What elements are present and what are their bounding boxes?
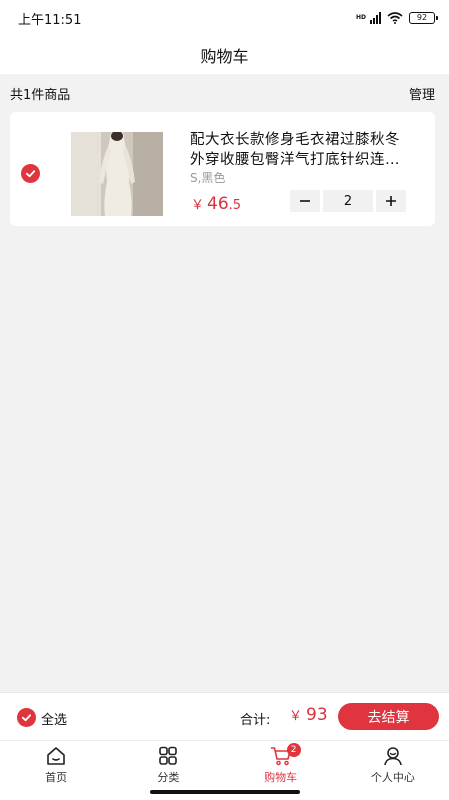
product-price: ￥ 46 .5 — [191, 194, 241, 214]
price-currency: ￥ — [191, 198, 205, 213]
cart-badge: 2 — [286, 743, 301, 757]
page-title: 购物车 — [200, 47, 249, 66]
decrease-quantity-button[interactable] — [290, 190, 320, 212]
price-decimal: .5 — [228, 198, 242, 213]
price-integer: 46 — [207, 194, 229, 214]
tab-label: 购物车 — [264, 771, 298, 784]
network-type: HD — [355, 14, 366, 21]
increase-quantity-button[interactable] — [376, 190, 406, 212]
cart-summary-row: 共1件商品 管理 — [0, 76, 449, 110]
battery-level: 92 — [416, 13, 428, 22]
status-time: 上午11:51 — [18, 12, 82, 28]
status-icons: HD 92 — [355, 12, 438, 24]
minus-icon — [300, 200, 310, 202]
status-bar: 上午11:51 HD 92 — [0, 0, 449, 36]
wifi-icon — [387, 12, 403, 24]
home-indicator — [150, 790, 300, 794]
product-title[interactable]: 配大衣长款修身毛衣裙过膝秋冬外穿收腰包臀洋气打底针织连衣裙 — [190, 130, 412, 170]
home-icon — [47, 747, 65, 765]
tab-label: 分类 — [157, 771, 180, 784]
total-price: ￥ 93 — [289, 705, 328, 725]
checkout-button[interactable]: 去结算 — [338, 703, 439, 730]
quantity-stepper: 2 — [290, 190, 406, 212]
product-image[interactable] — [71, 132, 163, 216]
manage-button[interactable]: 管理 — [409, 84, 435, 103]
battery-icon: 92 — [409, 12, 438, 24]
quantity-input[interactable]: 2 — [323, 190, 373, 212]
item-count: 共1件商品 — [10, 87, 71, 103]
signal-icon — [370, 12, 381, 24]
select-all-checkbox[interactable] — [17, 708, 36, 727]
tab-label: 个人中心 — [370, 771, 415, 784]
total-amount: 93 — [306, 705, 328, 725]
tab-home[interactable]: 首页 — [0, 741, 112, 800]
category-icon — [159, 746, 178, 765]
select-all-label[interactable]: 全选 — [41, 709, 67, 728]
total-label: 合计: — [240, 713, 271, 728]
checkout-bar: 全选 合计: ￥ 93 去结算 — [0, 692, 449, 740]
cart-item: 配大衣长款修身毛衣裙过膝秋冬外穿收腰包臀洋气打底针织连衣裙 S,黑色 ￥ 46 … — [10, 112, 435, 226]
tab-label: 首页 — [45, 771, 68, 784]
tab-profile[interactable]: 个人中心 — [337, 741, 449, 800]
total-currency: ￥ — [289, 709, 303, 724]
plus-icon — [386, 196, 396, 206]
check-icon — [21, 714, 32, 722]
check-icon — [25, 170, 36, 178]
product-spec: S,黑色 — [190, 171, 226, 185]
profile-icon — [384, 747, 402, 766]
item-checkbox[interactable] — [21, 164, 40, 183]
nav-bar: 购物车 — [0, 36, 449, 74]
